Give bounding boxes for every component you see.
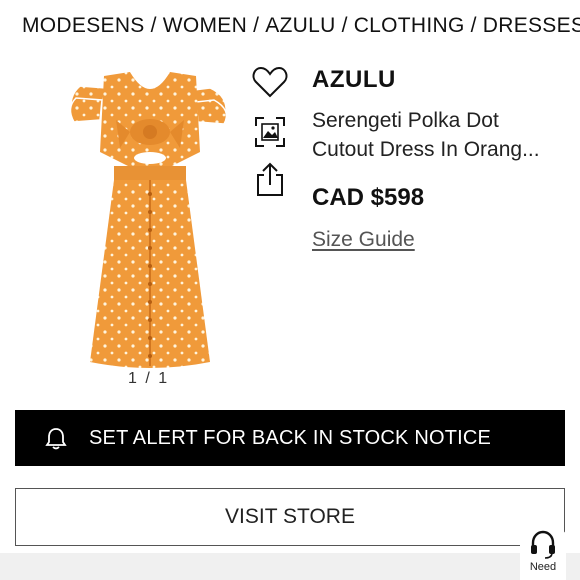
breadcrumb-separator: / — [470, 14, 477, 37]
help-label: Need — [529, 561, 557, 573]
breadcrumb-item-azulu[interactable]: AZULU — [265, 14, 335, 37]
brand-name[interactable]: AZULU — [312, 66, 580, 94]
product-image[interactable] — [60, 62, 240, 382]
breadcrumb-separator: / — [253, 14, 260, 37]
bottom-bar — [0, 553, 580, 580]
dress-illustration — [69, 72, 228, 368]
breadcrumb-separator: / — [341, 14, 348, 37]
product-name: Serengeti Polka Dot Cutout Dress In Oran… — [312, 106, 562, 164]
breadcrumb-item-women[interactable]: WOMEN — [163, 14, 247, 37]
visit-store-label: VISIT STORE — [225, 505, 355, 528]
share-button[interactable] — [250, 160, 290, 200]
image-pager: 1 / 1 — [128, 370, 170, 387]
product-details: AZULU Serengeti Polka Dot Cutout Dress I… — [312, 66, 580, 164]
product-price: CAD $598 — [312, 184, 425, 211]
breadcrumb-item-modesens[interactable]: MODESENS — [22, 14, 145, 37]
image-scan-icon — [255, 117, 285, 147]
visual-search-button[interactable] — [250, 112, 290, 152]
size-guide-link[interactable]: Size Guide — [312, 228, 415, 252]
share-icon — [257, 162, 283, 196]
headset-icon — [531, 530, 555, 559]
breadcrumb-item-clothing[interactable]: CLOTHING — [354, 14, 465, 37]
set-alert-label: SET ALERT FOR BACK IN STOCK NOTICE — [89, 426, 492, 449]
breadcrumb-separator: / — [150, 14, 157, 37]
help-button[interactable]: Need — [520, 530, 566, 580]
product-name-line2: Cutout Dress In Orang... — [312, 138, 540, 161]
breadcrumb-item-dresses[interactable]: DRESSES — [483, 14, 580, 37]
product-name-line1: Serengeti Polka Dot — [312, 109, 499, 132]
bell-icon — [45, 426, 67, 450]
favorite-button[interactable] — [250, 62, 290, 102]
breadcrumb: MODESENS / WOMEN / AZULU / CLOTHING / DRESSES — [22, 14, 580, 38]
visit-store-button[interactable]: VISIT STORE — [15, 488, 565, 546]
set-alert-button[interactable]: SET ALERT FOR BACK IN STOCK NOTICE — [15, 410, 565, 466]
heart-icon — [252, 66, 288, 98]
